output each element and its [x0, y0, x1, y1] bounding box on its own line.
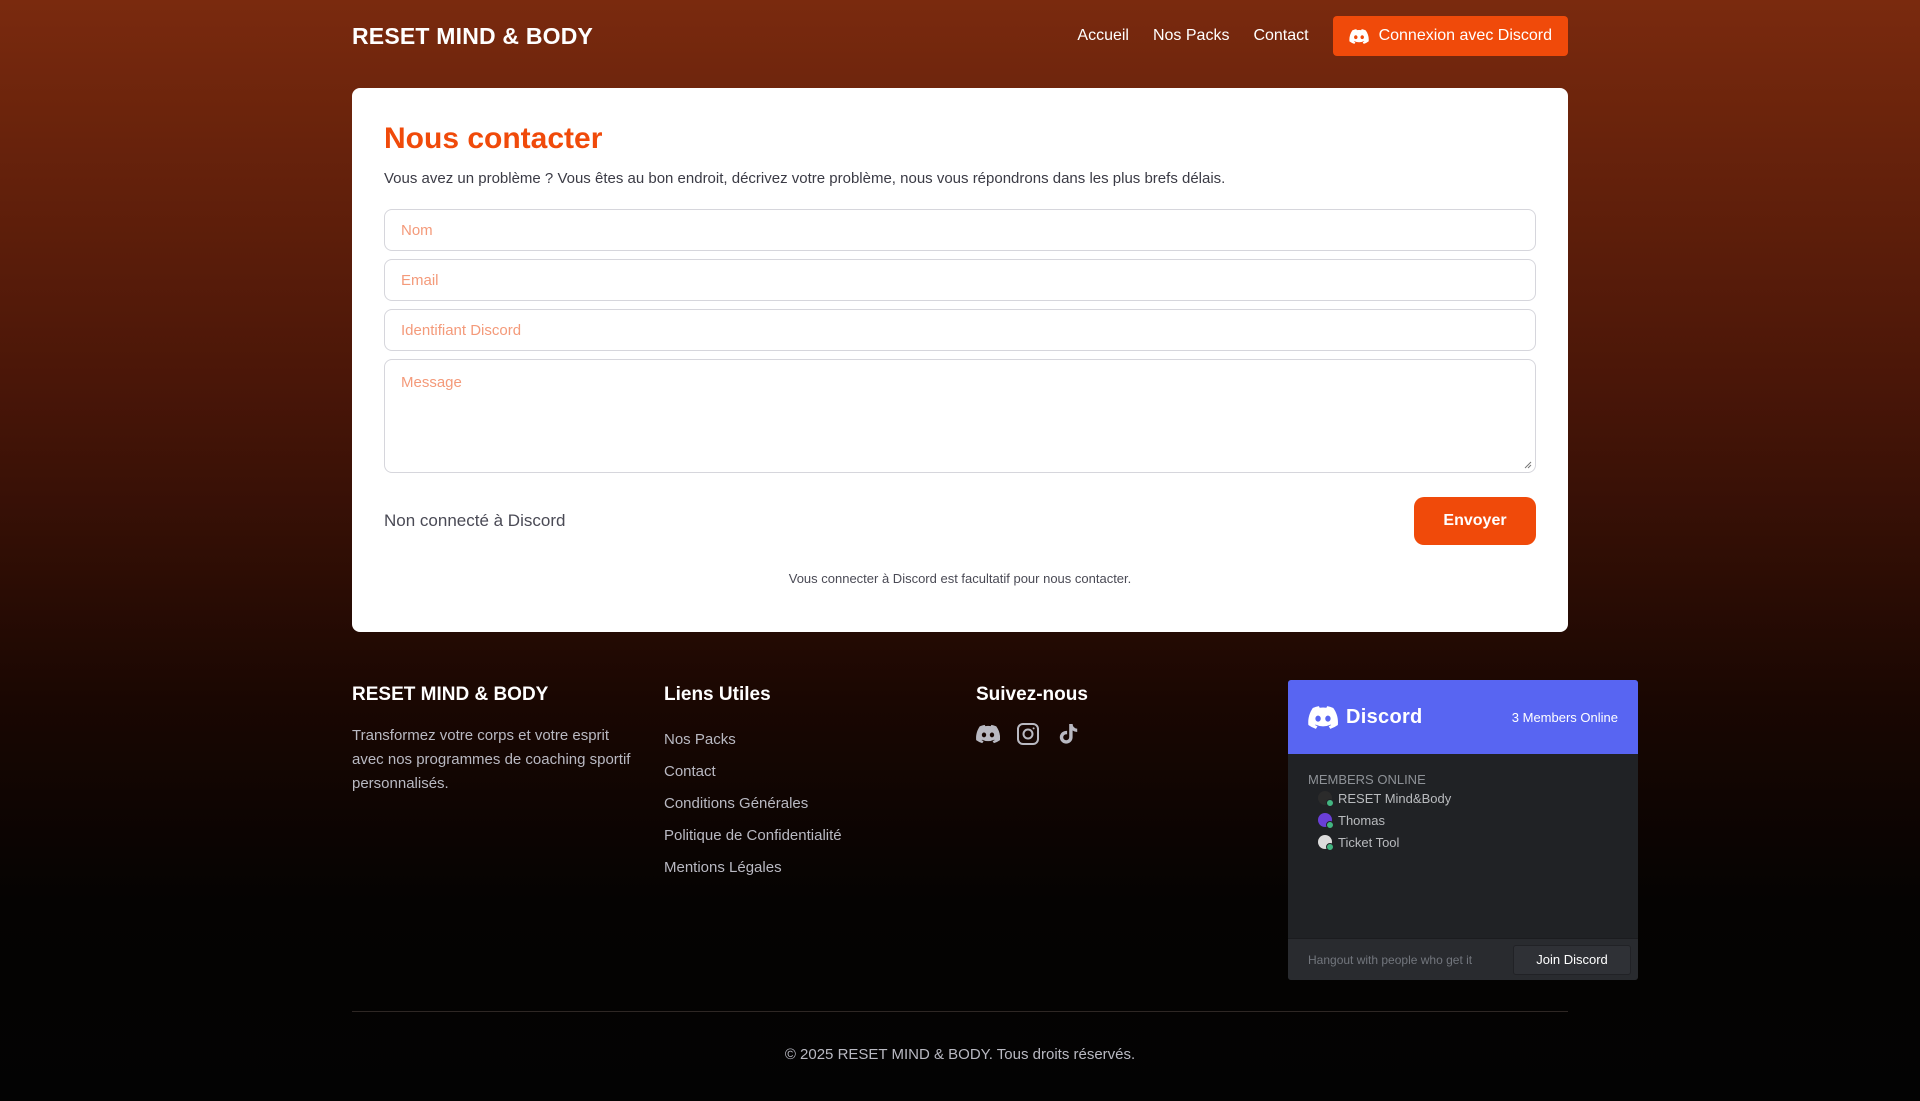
footer-about: RESET MIND & BODY Transformez votre corp…: [352, 680, 642, 796]
footer-link-privacy[interactable]: Politique de Confidentialité: [664, 820, 914, 852]
discord-id-placeholder: Identifiant Discord: [401, 321, 522, 339]
contact-card: Nous contacter Vous avez un problème ? V…: [352, 88, 1568, 632]
footer-description: Transformez votre corps et votre esprit …: [352, 727, 631, 792]
member-name: RESET Mind&Body: [1338, 790, 1452, 806]
footer-links: Liens Utiles Nos Packs Contact Condition…: [664, 680, 914, 884]
footer-link-legal[interactable]: Mentions Légales: [664, 852, 914, 884]
nav-link-nos-packs[interactable]: Nos Packs: [1153, 27, 1229, 45]
message-placeholder: Message: [401, 374, 462, 391]
footer-link-contact[interactable]: Contact: [664, 756, 914, 788]
site-footer: RESET MIND & BODY Transformez votre corp…: [352, 680, 1638, 980]
nav-link-contact[interactable]: Contact: [1253, 27, 1308, 45]
form-actions: Non connecté à Discord Envoyer: [384, 497, 1536, 545]
footer-links-title: Liens Utiles: [664, 684, 771, 705]
site-header: RESET MIND & BODY Accueil Nos Packs Cont…: [352, 0, 1568, 72]
member-item[interactable]: Ticket Tool: [1318, 831, 1618, 853]
member-item[interactable]: RESET Mind&Body: [1318, 787, 1618, 809]
discord-login-label: Connexion avec Discord: [1378, 27, 1552, 44]
brand-logo[interactable]: RESET MIND & BODY: [352, 23, 593, 50]
members-online-label: MEMBERS ONLINE: [1308, 772, 1426, 787]
discord-widget-footer: Hangout with people who get it Join Disc…: [1288, 938, 1638, 980]
nav-link-accueil[interactable]: Accueil: [1077, 27, 1129, 45]
resize-handle-icon[interactable]: [1524, 461, 1532, 469]
footer-brand: RESET MIND & BODY: [352, 684, 549, 705]
discord-icon: [1348, 28, 1369, 44]
footer-link-conditions[interactable]: Conditions Générales: [664, 788, 914, 820]
member-name: Ticket Tool: [1338, 834, 1400, 850]
discord-widget: Discord 3 Members Online MEMBERS ONLINE …: [1288, 680, 1638, 980]
member-item[interactable]: Thomas: [1318, 809, 1618, 831]
avatar: [1318, 835, 1334, 851]
avatar: [1318, 813, 1334, 829]
discord-status: Non connecté à Discord: [384, 511, 566, 530]
instagram-icon[interactable]: [1016, 722, 1040, 746]
discord-widget-title: Discord: [1346, 705, 1423, 728]
tiktok-icon[interactable]: [1056, 722, 1080, 746]
discord-login-button[interactable]: Connexion avec Discord: [1332, 16, 1568, 56]
discord-id-input[interactable]: Identifiant Discord: [384, 309, 1536, 351]
footer-link-nos-packs[interactable]: Nos Packs: [664, 724, 914, 756]
contact-lead: Vous avez un problème ? Vous êtes au bon…: [384, 170, 1226, 187]
footer-social: Suivez-nous: [976, 680, 1226, 746]
social-links: [976, 722, 1226, 746]
discord-optional-note: Vous connecter à Discord est facultatif …: [788, 571, 1132, 586]
name-placeholder: Nom: [401, 221, 433, 239]
member-name: Thomas: [1338, 812, 1385, 828]
footer-social-title: Suivez-nous: [976, 684, 1088, 705]
message-textarea[interactable]: Message: [384, 359, 1536, 473]
footer-divider: [352, 1011, 1568, 1012]
avatar: [1318, 791, 1334, 807]
email-placeholder: Email: [401, 271, 439, 289]
discord-widget-header: Discord 3 Members Online: [1288, 680, 1638, 754]
page-title: Nous contacter: [384, 122, 603, 155]
members-online-count: 3 Members Online: [1511, 709, 1618, 725]
discord-widget-body: MEMBERS ONLINE RESET Mind&Body Thomas Ti…: [1288, 754, 1638, 940]
discord-widget-logo: Discord: [1308, 706, 1423, 729]
email-input[interactable]: Email: [384, 259, 1536, 301]
discord-tagline: Hangout with people who get it: [1308, 952, 1473, 967]
join-discord-button[interactable]: Join Discord: [1513, 944, 1631, 975]
discord-icon[interactable]: [976, 722, 1001, 746]
main-nav: Accueil Nos Packs Contact Connexion avec…: [1077, 16, 1568, 56]
discord-icon: [1308, 705, 1338, 729]
send-button[interactable]: Envoyer: [1414, 497, 1536, 545]
copyright: © 2025 RESET MIND & BODY. Tous droits ré…: [784, 1046, 1136, 1063]
name-input[interactable]: Nom: [384, 209, 1536, 251]
